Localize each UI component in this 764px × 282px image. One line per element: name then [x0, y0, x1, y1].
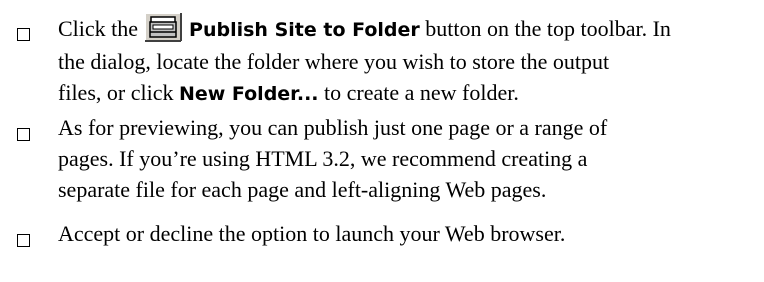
instruction-list: Click the Publish Site to Folder button …	[0, 0, 764, 282]
checkbox-bullet-icon	[17, 28, 30, 41]
step-text-segment: to create a new folder.	[324, 80, 519, 105]
step-text-line: the dialog, locate the folder where you …	[58, 49, 610, 74]
publish-site-to-folder-icon	[143, 12, 182, 42]
step-text-line: Accept or decline the option to launch y…	[58, 221, 566, 246]
step-text: Accept or decline the option to launch y…	[58, 218, 758, 249]
step-text-line: separate file for each page and left-ali…	[58, 177, 547, 202]
step-text-line: As for previewing, you can publish just …	[58, 115, 608, 140]
new-folder-label: New Folder...	[178, 83, 319, 105]
step-text-segment: files, or click	[58, 80, 174, 105]
step-text: Click the Publish Site to Folder button …	[58, 12, 758, 110]
checkbox-bullet-icon	[17, 128, 30, 141]
step-text-segment: button on the top toolbar. In	[425, 16, 671, 41]
checkbox-bullet-icon	[17, 234, 30, 247]
step-text-segment: Click the	[58, 16, 139, 41]
step-text-line: pages. If you’re using HTML 3.2, we reco…	[58, 146, 588, 171]
step-text: As for previewing, you can publish just …	[58, 112, 758, 205]
publish-site-to-folder-label: Publish Site to Folder	[189, 19, 420, 41]
